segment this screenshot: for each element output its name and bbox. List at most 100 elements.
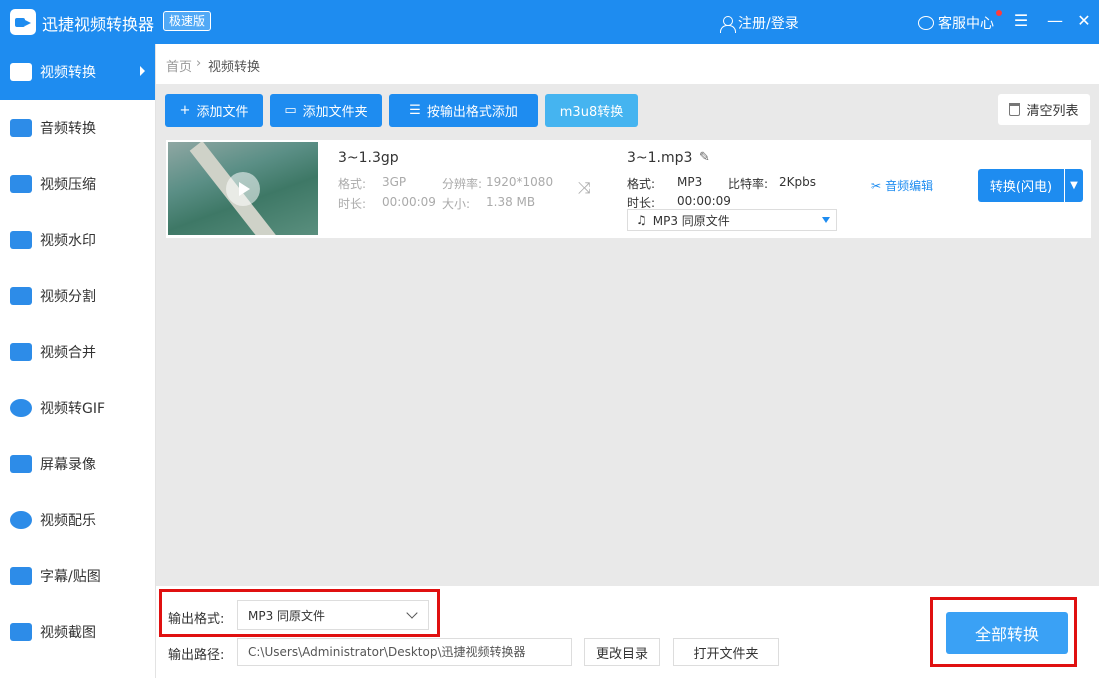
video-split-icon <box>10 287 32 305</box>
resolution-label: 分辨率: <box>442 177 483 191</box>
output-duration-value: 00:00:09 <box>677 194 731 208</box>
title-bar: 迅捷视频转换器 极速版 注册/登录 客服中心 ☰ — ✕ <box>0 0 1099 44</box>
sidebar-item-subtitle-sticker[interactable]: 字幕/贴图 <box>0 548 155 604</box>
sidebar-item-label: 屏幕录像 <box>40 457 96 473</box>
notification-dot <box>996 10 1002 16</box>
sidebar-item-label: 音频转换 <box>40 121 96 137</box>
breadcrumb-home[interactable]: 首页 <box>166 56 192 75</box>
scissors-icon: ✂ <box>871 178 882 193</box>
app-logo-icon <box>10 9 36 35</box>
sidebar-item-video-gif[interactable]: 视频转GIF <box>0 380 155 436</box>
audio-edit-label: 音频编辑 <box>885 179 934 193</box>
folder-icon: ▭ <box>284 103 297 118</box>
edition-badge: 极速版 <box>163 11 212 31</box>
sidebar-item-label: 视频转换 <box>40 65 96 81</box>
add-by-format-button[interactable]: ☰ 按输出格式添加 <box>389 94 538 127</box>
add-file-button[interactable]: + 添加文件 <box>165 94 263 127</box>
resolution-value: 1920*1080 <box>486 175 554 189</box>
highlight-box-convert-all <box>930 597 1077 667</box>
output-format-label: 格式: <box>627 177 656 191</box>
user-icon <box>720 15 736 33</box>
size-label: 大小: <box>442 197 471 211</box>
audio-convert-icon <box>10 119 32 137</box>
bitrate-label: 比特率: <box>728 177 769 191</box>
add-by-format-label: 按输出格式添加 <box>426 105 518 120</box>
output-format-select[interactable]: ♫ MP3 同原文件 <box>627 209 837 231</box>
video-watermark-icon <box>10 231 32 249</box>
subtitle-sticker-icon <box>10 567 32 585</box>
service-label: 客服中心 <box>938 16 994 32</box>
plus-icon: + <box>179 103 191 118</box>
size-value: 1.38 MB <box>486 195 536 209</box>
sidebar-item-label: 视频合并 <box>40 345 96 361</box>
sidebar-item-video-screenshot[interactable]: 视频截图 <box>0 604 155 660</box>
sidebar-item-audio-convert[interactable]: 音频转换 <box>0 100 155 156</box>
audio-edit-button[interactable]: ✂ 音频编辑 <box>871 177 933 194</box>
convert-arrow-icon: ⤨ <box>578 178 591 197</box>
sidebar-item-label: 视频截图 <box>40 625 96 641</box>
music-note-icon: ♫ <box>636 213 647 227</box>
login-button[interactable]: 注册/登录 <box>720 13 799 33</box>
bitrate-value: 2Kpbs <box>779 175 816 189</box>
active-arrow-icon <box>140 66 145 76</box>
output-format-value: MP3 <box>677 175 703 189</box>
sidebar-item-screen-record[interactable]: 屏幕录像 <box>0 436 155 492</box>
sidebar-item-label: 视频转GIF <box>40 401 106 417</box>
sidebar-item-video-watermark[interactable]: 视频水印 <box>0 212 155 268</box>
output-file-name[interactable]: 3~1.mp3 <box>627 150 692 166</box>
output-format-select-value: MP3 同原文件 <box>652 213 730 228</box>
bottom-panel: 输出格式: MP3 同原文件 输出路径: C:\Users\Administra… <box>156 586 1099 678</box>
dropdown-caret-icon <box>822 217 830 223</box>
breadcrumb-current: 视频转换 <box>208 60 261 75</box>
breadcrumb-separator: › <box>196 56 202 71</box>
video-screenshot-icon <box>10 623 32 641</box>
m3u8-convert-button[interactable]: m3u8转换 <box>545 94 638 127</box>
list-icon: ☰ <box>409 103 421 118</box>
login-label: 注册/登录 <box>738 16 799 32</box>
source-format-label: 格式: <box>338 177 367 191</box>
sidebar: 视频转换 音频转换 视频压缩 视频水印 视频分割 视频合并 视频转GIF 屏幕录… <box>0 44 156 678</box>
video-music-icon <box>10 511 32 529</box>
video-convert-icon <box>10 63 32 81</box>
menu-icon[interactable]: ☰ <box>1011 11 1031 31</box>
add-folder-button[interactable]: ▭ 添加文件夹 <box>270 94 382 127</box>
trash-icon <box>1009 103 1021 116</box>
customer-service-button[interactable]: 客服中心 <box>918 13 994 33</box>
chat-icon <box>918 16 934 30</box>
source-file-name: 3~1.3gp <box>338 150 399 166</box>
sidebar-item-label: 视频水印 <box>40 233 96 249</box>
play-icon[interactable] <box>226 172 260 206</box>
source-duration-label: 时长: <box>338 197 367 211</box>
breadcrumb: 首页 › 视频转换 <box>156 44 1099 84</box>
add-file-label: 添加文件 <box>196 105 249 120</box>
clear-list-label: 清空列表 <box>1026 104 1079 119</box>
video-gif-icon <box>10 399 32 417</box>
sidebar-item-video-convert[interactable]: 视频转换 <box>0 44 155 100</box>
add-folder-label: 添加文件夹 <box>302 105 368 120</box>
sidebar-item-video-compress[interactable]: 视频压缩 <box>0 156 155 212</box>
highlight-box-format <box>159 589 440 637</box>
change-directory-button[interactable]: 更改目录 <box>584 638 660 666</box>
file-row: 3~1.3gp 格式: 3GP 分辨率: 1920*1080 时长: 00:00… <box>166 140 1091 238</box>
minimize-icon[interactable]: — <box>1045 11 1065 31</box>
clear-list-button[interactable]: 清空列表 <box>998 94 1090 125</box>
sidebar-item-video-split[interactable]: 视频分割 <box>0 268 155 324</box>
m3u8-label: m3u8转换 <box>559 105 624 120</box>
video-thumbnail[interactable] <box>168 142 318 235</box>
open-folder-button[interactable]: 打开文件夹 <box>673 638 779 666</box>
rename-pencil-icon[interactable]: ✎ <box>699 150 710 165</box>
screen-record-icon <box>10 455 32 473</box>
video-compress-icon <box>10 175 32 193</box>
output-path-field[interactable]: C:\Users\Administrator\Desktop\迅捷视频转换器 <box>237 638 572 666</box>
sidebar-item-label: 视频压缩 <box>40 177 96 193</box>
sidebar-item-video-merge[interactable]: 视频合并 <box>0 324 155 380</box>
sidebar-item-label: 视频配乐 <box>40 513 96 529</box>
convert-dropdown-icon[interactable]: ▼ <box>1065 169 1083 202</box>
close-icon[interactable]: ✕ <box>1074 11 1094 31</box>
main-panel: 首页 › 视频转换 + 添加文件 ▭ 添加文件夹 ☰ 按输出格式添加 m3u8转… <box>156 44 1099 678</box>
convert-button[interactable]: 转换(闪电) <box>978 169 1064 202</box>
source-format-value: 3GP <box>382 175 407 189</box>
sidebar-item-video-music[interactable]: 视频配乐 <box>0 492 155 548</box>
output-path-label: 输出路径: <box>168 648 225 663</box>
sidebar-item-label: 字幕/贴图 <box>40 569 101 585</box>
